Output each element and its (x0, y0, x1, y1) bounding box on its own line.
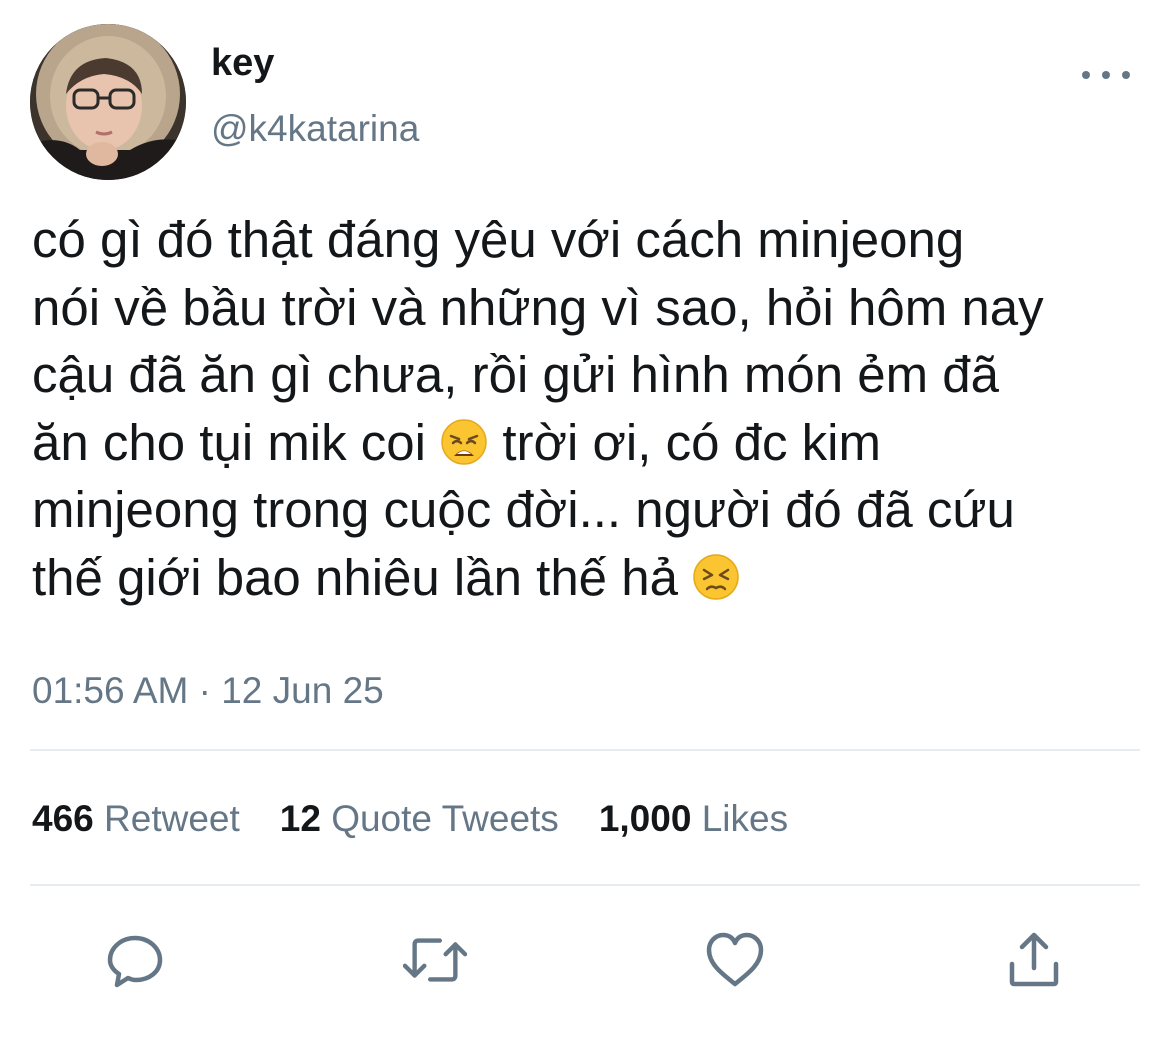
retweet-icon (403, 938, 467, 982)
more-dot-icon (1082, 71, 1090, 79)
divider (30, 749, 1140, 751)
avatar[interactable] (30, 24, 186, 180)
weary-face-icon (440, 415, 488, 465)
tweet-timestamp[interactable]: 01:56 AM · 12 Jun 25 (32, 668, 384, 714)
like-button[interactable] (703, 928, 767, 992)
reply-button[interactable] (103, 928, 167, 992)
likes-count: 1,000 (598, 798, 692, 839)
retweets-count: 466 (32, 798, 94, 839)
more-dot-icon (1102, 71, 1110, 79)
quotes-stat[interactable]: 12 Quote Tweets (280, 796, 559, 842)
like-icon (706, 932, 764, 987)
more-dot-icon (1122, 71, 1130, 79)
persevering-face-icon (692, 550, 740, 600)
retweets-stat[interactable]: 466 Retweet (32, 796, 240, 842)
retweet-button[interactable] (403, 928, 467, 992)
tweet-card: key @k4katarina có gì đó thật đáng yêu v… (0, 0, 1170, 1050)
divider (30, 884, 1140, 886)
quotes-count: 12 (279, 798, 321, 839)
quotes-label: Quote Tweets (331, 798, 559, 839)
user-handle[interactable]: @k4katarina (211, 106, 419, 152)
display-name[interactable]: key (211, 40, 274, 86)
avatar-image (30, 24, 186, 180)
tweet-text: có gì đó thật đáng yêu với cách minjeong… (32, 206, 1152, 611)
share-button[interactable] (1002, 928, 1066, 992)
likes-stat[interactable]: 1,000 Likes (599, 796, 788, 842)
likes-label: Likes (701, 798, 789, 839)
reply-icon (107, 935, 163, 988)
retweets-label: Retweet (104, 798, 240, 839)
tweet-stats: 466 Retweet 12 Quote Tweets 1,000 Likes (32, 796, 828, 842)
more-options-button[interactable] (1082, 60, 1130, 90)
share-icon (1009, 932, 1059, 987)
